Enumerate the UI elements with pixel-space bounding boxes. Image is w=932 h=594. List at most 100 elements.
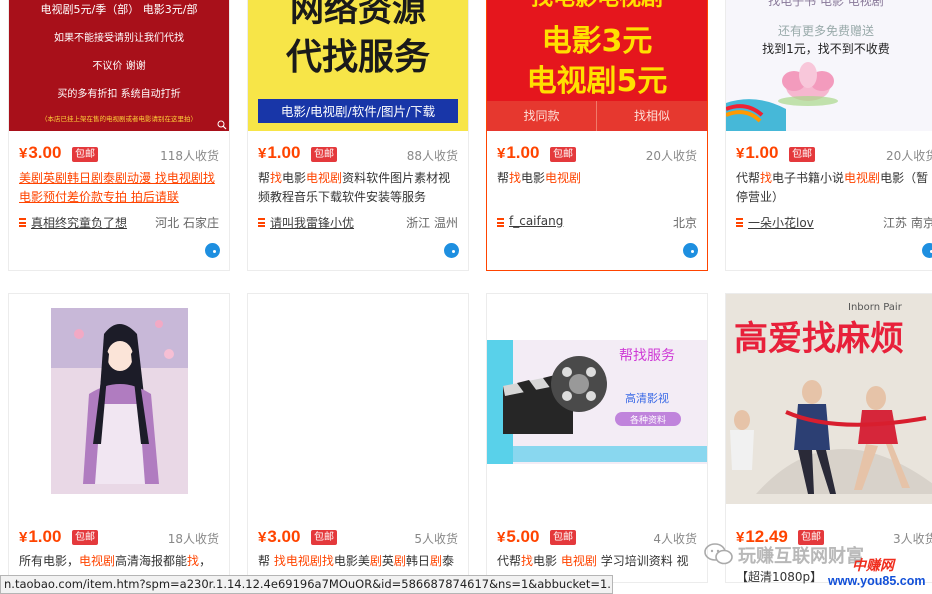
product-image-7[interactable]: 帮找服务 高清影视 各种资料 xyxy=(487,294,707,504)
product-image-1[interactable]: 电视剧5元/季（部） 电影3元/部 如果不能接受请别让我们代找 不议价 谢谢 买… xyxy=(9,0,229,131)
img3-line-2: 电视剧5元 xyxy=(527,64,668,99)
img7-line-2: 高清影视 xyxy=(625,391,669,405)
product-image-2[interactable]: 网络资源 代找服务 电影/电视剧/软件/图片/下载 xyxy=(248,0,468,131)
product-title-2[interactable]: 帮找电影电视剧资料软件图片素材视频教程音乐下载软件安装等服务 xyxy=(258,169,460,207)
img1-line-5: （本店已挂上架在售的电视剧或者电影请别在这里拍） xyxy=(41,114,197,123)
title-keyword: 找 xyxy=(760,171,773,185)
find-same-button[interactable]: 找同款 xyxy=(487,101,597,131)
title-text: 代帮 xyxy=(736,171,761,185)
img3-top: 找电影电视剧 xyxy=(531,0,663,11)
product-card-5[interactable]: ¥1.00 包邮 18人收货 所有电影，电视剧高清海报都能找， xyxy=(8,293,230,583)
product-price-7: ¥5.00 xyxy=(497,527,540,546)
title-text: 学习培训资料 视 xyxy=(596,554,689,568)
product-price-1: ¥3.00 xyxy=(19,143,62,162)
title-text: 韩日 xyxy=(405,554,430,568)
title-keyword: 电视剧 xyxy=(560,554,597,568)
title-text: 英 xyxy=(381,554,394,568)
product-image-7-graphic: 帮找服务 高清影视 各种资料 xyxy=(487,294,707,504)
find-similar-button[interactable]: 找相似 xyxy=(597,101,707,131)
shop-name-3[interactable]: f_caifang xyxy=(509,214,563,228)
img7-line-1: 帮找服务 xyxy=(619,348,675,364)
free-shipping-badge-7: 包邮 xyxy=(550,530,576,545)
product-image-8-graphic: 高爱找麻烦 Inborn Pair xyxy=(726,294,932,504)
title-keyword: 电视剧 xyxy=(79,554,116,568)
product-card-7[interactable]: 帮找服务 高清影视 各种资料 ¥5.00 包邮 4人收货 代帮找电影 电视剧 学… xyxy=(486,293,708,583)
product-image-4[interactable]: 找电子书 电影 电视剧 还有更多免费赠送 找到1元，找不到不收费 xyxy=(726,0,932,131)
product-image-4-graphic: 找电子书 电影 电视剧 还有更多免费赠送 找到1元，找不到不收费 xyxy=(726,0,932,131)
product-image-5[interactable] xyxy=(9,294,229,504)
title-keyword: 找电视剧 xyxy=(273,554,322,568)
shop-icon-4 xyxy=(736,218,743,227)
title-text: 电影 xyxy=(533,554,561,568)
product-title-3[interactable]: 帮找电影电视剧 xyxy=(497,169,699,207)
product-title-4[interactable]: 代帮找电子书籍小说电视剧电影（暂停营业） xyxy=(736,169,932,207)
title-text: 电影 xyxy=(282,171,307,185)
title-text: 电影 xyxy=(521,171,546,185)
product-card-3[interactable]: 找电影电视剧 电影3元 电视剧5元 找同款 找相似 ¥1.00 包邮 20人收货… xyxy=(486,0,708,271)
wangwang-chat-icon-2[interactable] xyxy=(444,243,459,258)
title-keyword: 电视剧 xyxy=(306,171,343,185)
product-card-1[interactable]: 电视剧5元/季（部） 电影3元/部 如果不能接受请别让我们代找 不议价 谢谢 买… xyxy=(8,0,230,271)
title-text: ， xyxy=(199,554,212,568)
free-shipping-badge-2: 包邮 xyxy=(311,147,337,162)
product-image-8[interactable]: 高爱找麻烦 Inborn Pair xyxy=(726,294,932,504)
wangwang-chat-icon-3[interactable] xyxy=(683,243,698,258)
title-text: 泰 xyxy=(441,554,454,568)
product-card-4[interactable]: 找电子书 电影 电视剧 还有更多免费赠送 找到1元，找不到不收费 ¥1.00 包… xyxy=(725,0,932,271)
title-text: 高清海报都能 xyxy=(115,554,188,568)
product-card-6[interactable]: ¥3.00 包邮 5人收货 帮 找电视剧找电影美剧英剧韩日剧泰 xyxy=(247,293,469,583)
product-image-5-graphic xyxy=(9,294,229,504)
img1-line-1: 电视剧5元/季（部） 电影3元/部 xyxy=(41,2,198,16)
product-title-5[interactable]: 所有电影，电视剧高清海报都能找， xyxy=(19,552,221,571)
img1-line-3: 不议价 谢谢 xyxy=(92,59,145,72)
sold-count-1: 118人收货 xyxy=(160,149,219,163)
title-text: 帮 xyxy=(497,171,510,185)
watermark-text: 玩赚互联网财富 xyxy=(738,546,864,567)
shop-icon-3 xyxy=(497,218,504,227)
watermark-logo-text: 中赚网 xyxy=(852,558,894,574)
browser-status-url: n.taobao.com/item.htm?spm=a230r.1.14.12.… xyxy=(0,575,613,594)
product-title-7[interactable]: 代帮找电影 电视剧 学习培训资料 视 xyxy=(497,552,699,571)
product-price-3: ¥1.00 xyxy=(497,143,540,162)
product-image-6[interactable] xyxy=(248,294,468,504)
sold-count-4: 20人收货 xyxy=(886,149,932,163)
watermark-url: www.you85.com xyxy=(828,574,926,588)
product-price-2: ¥1.00 xyxy=(258,143,301,162)
title-keyword: 找 xyxy=(509,171,522,185)
title-text: 所有电影， xyxy=(19,554,80,568)
sold-count-3: 20人收货 xyxy=(645,149,697,163)
title-text: 电子书籍小说 xyxy=(772,171,845,185)
title-keyword: 剧 xyxy=(369,554,382,568)
wechat-icon xyxy=(704,543,733,565)
img2-line-3: 电影/电视剧/软件/图片/下载 xyxy=(281,104,436,119)
product-title-1[interactable]: 美剧英剧韩日剧泰剧动漫 找电视剧找电影预付差价款专拍 拍后请联 xyxy=(19,169,219,207)
title-keyword: 找 xyxy=(187,554,200,568)
wangwang-chat-icon-4[interactable] xyxy=(922,243,932,258)
title-keyword: 找 xyxy=(321,554,334,568)
shop-name-2[interactable]: 请叫我雷锋小优 xyxy=(270,214,354,231)
img7-line-3: 各种资料 xyxy=(630,414,666,426)
location-2: 浙江 温州 xyxy=(406,216,458,230)
img3-line-1: 电影3元 xyxy=(542,24,653,59)
title-keyword: 剧 xyxy=(429,554,442,568)
product-title-6[interactable]: 帮 找电视剧找电影美剧英剧韩日剧泰 xyxy=(258,552,460,571)
img2-line-1: 网络资源 xyxy=(290,0,426,30)
product-image-1-graphic: 电视剧5元/季（部） 电影3元/部 如果不能接受请别让我们代找 不议价 谢谢 买… xyxy=(9,0,229,131)
img2-line-2: 代找服务 xyxy=(285,37,430,78)
title-keyword: 电视剧 xyxy=(545,171,582,185)
sold-count-6: 5人收货 xyxy=(414,532,458,546)
title-text: 帮 xyxy=(258,171,271,185)
shop-name-1[interactable]: 真相终究童负了想 xyxy=(31,214,127,231)
free-shipping-badge-6: 包邮 xyxy=(311,530,337,545)
title-keyword: 找 xyxy=(521,554,534,568)
watermark: 玩赚互联网财富 中赚网 www.you85.com xyxy=(700,538,932,594)
img8-title: 高爱找麻烦 xyxy=(734,319,904,359)
img1-line-2: 如果不能接受请别让我们代找 xyxy=(54,31,184,44)
free-shipping-badge-1: 包邮 xyxy=(72,147,98,162)
product-price-4: ¥1.00 xyxy=(736,143,779,162)
shop-name-4[interactable]: 一朵小花lov xyxy=(748,214,814,231)
product-card-2[interactable]: 网络资源 代找服务 电影/电视剧/软件/图片/下载 ¥1.00 包邮 88人收货… xyxy=(247,0,469,271)
sold-count-2: 88人收货 xyxy=(406,149,458,163)
img1-line-4: 买的多有折扣 系统自动打折 xyxy=(57,87,180,100)
wangwang-chat-icon-1[interactable] xyxy=(205,243,220,258)
